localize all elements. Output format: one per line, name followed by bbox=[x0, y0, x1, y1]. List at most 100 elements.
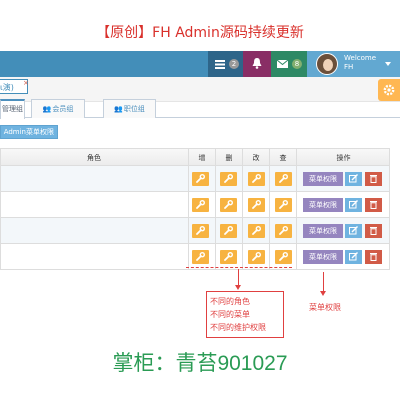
pencil-square-icon bbox=[349, 200, 358, 209]
delete-permission-button[interactable] bbox=[220, 250, 237, 264]
messages-count-badge: 8 bbox=[292, 59, 302, 69]
edit-role-button[interactable] bbox=[345, 250, 362, 264]
users-icon: 👥 bbox=[114, 105, 123, 113]
add-permission-button[interactable] bbox=[192, 172, 209, 186]
top-navbar: 2 8 Welcome FH bbox=[0, 51, 400, 77]
user-info: Welcome FH bbox=[344, 54, 376, 72]
add-permission-button[interactable] bbox=[192, 198, 209, 212]
wrench-icon bbox=[224, 252, 233, 261]
alerts-dropdown[interactable] bbox=[243, 51, 271, 77]
cell-divider bbox=[296, 244, 297, 270]
table-row: 菜单权限 bbox=[0, 166, 390, 192]
cell-divider bbox=[188, 218, 189, 244]
delete-permission-button[interactable] bbox=[220, 198, 237, 212]
add-permission-button[interactable] bbox=[192, 250, 209, 264]
wrench-icon bbox=[252, 252, 261, 261]
contact-text: 掌柜：青苔901027 bbox=[112, 352, 288, 375]
pencil-square-icon bbox=[349, 252, 358, 261]
tab-label: 职位组 bbox=[123, 105, 145, 113]
cell-divider bbox=[215, 192, 216, 218]
annotation-underline bbox=[186, 267, 292, 268]
tasks-dropdown[interactable]: 2 bbox=[208, 51, 243, 77]
cell-divider bbox=[242, 166, 243, 192]
wrench-icon bbox=[224, 200, 233, 209]
query-permission-button[interactable] bbox=[275, 172, 292, 186]
close-icon[interactable]: × bbox=[23, 79, 29, 87]
annotation-line: 不同的维护权限 bbox=[210, 323, 266, 332]
menu-permission-button[interactable]: 菜单权限 bbox=[303, 198, 343, 212]
query-permission-button[interactable] bbox=[275, 224, 292, 238]
arrow-down-icon bbox=[235, 285, 241, 290]
delete-role-button[interactable] bbox=[365, 172, 382, 186]
menu-permission-button[interactable]: 菜单权限 bbox=[303, 172, 343, 186]
wrench-icon bbox=[196, 252, 205, 261]
delete-role-button[interactable] bbox=[365, 250, 382, 264]
avatar bbox=[316, 53, 338, 75]
add-permission-button[interactable] bbox=[192, 224, 209, 238]
edit-permission-button[interactable] bbox=[248, 224, 265, 238]
cell-divider bbox=[242, 192, 243, 218]
menu-permission-button[interactable]: 菜单权限 bbox=[303, 250, 343, 264]
annotation-line: 不同的角色 bbox=[210, 297, 250, 306]
edit-role-button[interactable] bbox=[345, 172, 362, 186]
bell-icon bbox=[252, 58, 262, 69]
edit-permission-button[interactable] bbox=[248, 198, 265, 212]
wrench-icon bbox=[279, 200, 288, 209]
edit-role-button[interactable] bbox=[345, 224, 362, 238]
envelope-icon bbox=[277, 60, 288, 68]
tab-member-group[interactable]: 👥会员组 bbox=[31, 99, 85, 118]
cell-divider bbox=[296, 218, 297, 244]
trash-icon bbox=[370, 253, 377, 261]
tab-label: 管理组 bbox=[2, 105, 23, 113]
user-welcome-text: Welcome bbox=[344, 54, 377, 62]
tasks-count-badge: 2 bbox=[229, 59, 239, 69]
tab-position-group[interactable]: 👥职位组 bbox=[103, 99, 156, 118]
delete-role-button[interactable] bbox=[365, 198, 382, 212]
tasks-icon bbox=[215, 60, 225, 69]
trash-icon bbox=[370, 175, 377, 183]
tab-current-label: ι演) bbox=[0, 83, 14, 92]
pencil-square-icon bbox=[349, 174, 358, 183]
delete-role-button[interactable] bbox=[365, 224, 382, 238]
delete-permission-button[interactable] bbox=[220, 224, 237, 238]
edit-permission-button[interactable] bbox=[248, 172, 265, 186]
cell-divider bbox=[269, 166, 270, 192]
col-delete: 删 bbox=[215, 149, 242, 167]
menu-permission-button[interactable]: 菜单权限 bbox=[303, 224, 343, 238]
edit-permission-button[interactable] bbox=[248, 250, 265, 264]
wrench-icon bbox=[279, 252, 288, 261]
pencil-square-icon bbox=[349, 226, 358, 235]
table-header: 角色 增 删 改 查 操作 bbox=[0, 148, 390, 167]
delete-permission-button[interactable] bbox=[220, 172, 237, 186]
caret-down-icon bbox=[385, 62, 391, 66]
cell-divider bbox=[188, 192, 189, 218]
trash-icon bbox=[370, 201, 377, 209]
tab-current[interactable]: ι演) × bbox=[0, 79, 29, 94]
user-menu[interactable]: Welcome FH bbox=[307, 51, 400, 77]
wrench-icon bbox=[196, 226, 205, 235]
wrench-icon bbox=[196, 200, 205, 209]
tab-admin-group[interactable]: 管理组 bbox=[0, 99, 25, 119]
cell-divider bbox=[188, 166, 189, 192]
annotation-arrow bbox=[238, 269, 239, 286]
col-add: 增 bbox=[188, 149, 215, 167]
cell-divider bbox=[269, 218, 270, 244]
query-permission-button[interactable] bbox=[275, 198, 292, 212]
role-group-tabs: 管理组 👥会员组 👥职位组 bbox=[0, 99, 400, 119]
cell-divider bbox=[215, 166, 216, 192]
messages-dropdown[interactable]: 8 bbox=[271, 51, 307, 77]
admin-menu-permission-button[interactable]: Admin菜单权限 bbox=[0, 125, 58, 139]
cell-divider bbox=[242, 218, 243, 244]
arrow-down-icon bbox=[320, 291, 326, 296]
col-role: 角色 bbox=[87, 154, 101, 162]
edit-role-button[interactable] bbox=[345, 198, 362, 212]
query-permission-button[interactable] bbox=[275, 250, 292, 264]
settings-toggle[interactable] bbox=[378, 79, 400, 101]
table-row: 菜单权限 bbox=[0, 218, 390, 244]
annotation-arrow bbox=[323, 272, 324, 292]
trash-icon bbox=[370, 227, 377, 235]
cell-divider bbox=[296, 166, 297, 192]
cell-divider bbox=[269, 192, 270, 218]
promo-title: 【原创】FH Admin源码持续更新 bbox=[96, 25, 304, 41]
table-row: 菜单权限 bbox=[0, 192, 390, 218]
